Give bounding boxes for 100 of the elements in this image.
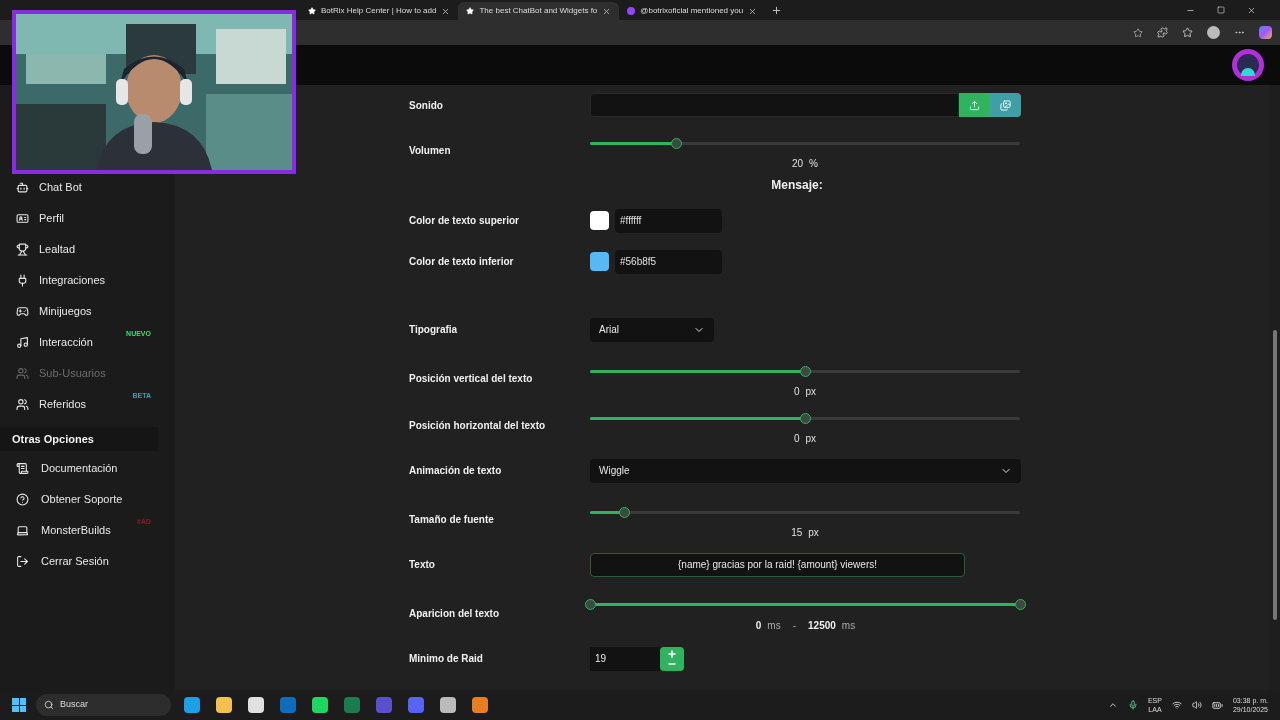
range-end-value: 12500	[808, 619, 836, 633]
field-label: Posición vertical del texto	[409, 372, 534, 386]
app-icon[interactable]	[248, 697, 264, 713]
sidebar-item[interactable]: Documentación	[41, 460, 118, 477]
wifi-icon[interactable]	[1171, 700, 1182, 710]
microphone-icon[interactable]	[1127, 700, 1138, 710]
slider-thumb[interactable]	[800, 366, 811, 377]
browser-tab[interactable]: @botrixoficial mentioned you	[619, 2, 766, 20]
app-icon[interactable]	[280, 697, 296, 713]
file-field[interactable]	[590, 93, 959, 117]
copilot-icon[interactable]	[1259, 26, 1272, 39]
volume-icon[interactable]	[1191, 700, 1202, 710]
slider-value: 0	[793, 432, 800, 446]
slider[interactable]	[590, 138, 1020, 149]
text-input[interactable]: {name} gracias por la raid! {amount} viewers!	[590, 552, 965, 577]
plus-icon	[667, 648, 677, 659]
close-icon[interactable]	[1247, 6, 1256, 15]
favicon-icon	[308, 7, 316, 15]
field-label: Color de texto inferior	[409, 255, 515, 269]
app-icon[interactable]	[344, 697, 360, 713]
range-separator: -	[792, 619, 797, 633]
sidebar-item[interactable]: Perfil	[39, 210, 65, 227]
app-icon[interactable]	[440, 697, 456, 713]
help-icon	[16, 493, 29, 506]
range-end-unit: ms	[841, 619, 856, 633]
slider[interactable]	[590, 507, 1020, 518]
id-card-icon	[16, 212, 29, 225]
slider-thumb[interactable]	[671, 138, 682, 149]
favorite-icon[interactable]	[1133, 27, 1143, 38]
trophy-icon	[16, 243, 29, 256]
dropdown[interactable]: Arial	[590, 317, 714, 342]
gamepad-icon	[16, 305, 29, 318]
color-swatch[interactable]	[590, 252, 609, 271]
upload-icon	[969, 99, 980, 111]
stepper-button[interactable]	[660, 646, 684, 671]
app-icon[interactable]	[312, 697, 328, 713]
logout-icon	[16, 555, 29, 568]
slider-thumb[interactable]	[800, 413, 811, 424]
range-thumb[interactable]	[1015, 599, 1026, 610]
field-label: Volumen	[409, 144, 452, 158]
section-heading: Mensaje:	[771, 177, 823, 194]
field-label: Tamaño de fuente	[409, 513, 495, 527]
robot-icon	[16, 181, 29, 194]
section-title: Otras Opciones	[12, 431, 94, 447]
number-input[interactable]: 19	[590, 646, 660, 671]
color-swatch[interactable]	[590, 211, 609, 230]
range-start-value: 0	[755, 619, 762, 633]
slider-thumb[interactable]	[619, 507, 631, 518]
sidebar-item[interactable]: Chat Bot	[39, 179, 82, 196]
sidebar-item[interactable]: Cerrar Sesión	[41, 553, 109, 570]
sidebar-item[interactable]: MonsterBuilds	[41, 522, 111, 539]
field-label: Aparicion del texto	[409, 607, 500, 621]
slider-unit: px	[808, 526, 819, 540]
favorites-icon[interactable]	[1182, 27, 1193, 38]
sidebar-item[interactable]: Interacción	[39, 334, 93, 351]
color-field[interactable]: #56b8f5	[615, 249, 722, 274]
sidebar-item[interactable]: Lealtad	[39, 241, 76, 258]
field-label: Color de texto superior	[409, 214, 520, 228]
extensions-icon[interactable]	[1157, 27, 1168, 38]
close-tab-icon[interactable]	[748, 6, 758, 16]
battery-icon[interactable]	[1211, 699, 1223, 711]
dropdown[interactable]: Wiggle	[590, 458, 1021, 483]
field-label: Animación de texto	[409, 464, 503, 478]
sidebar-item[interactable]: Referidos	[39, 396, 87, 413]
field-label: Sonido	[409, 98, 444, 113]
color-field[interactable]: #ffffff	[615, 208, 722, 233]
sidebar-item[interactable]: Integraciones	[39, 272, 106, 289]
field-label: Tipografia	[409, 323, 459, 337]
browser-tab[interactable]: The best ChatBot and Widgets fo	[458, 2, 620, 20]
range-slider[interactable]	[585, 599, 1026, 610]
sidebar-item[interactable]: Minijuegos	[39, 303, 92, 320]
favicon-icon	[466, 7, 475, 15]
slider-unit: %	[809, 157, 818, 171]
app-icon[interactable]	[184, 697, 200, 713]
field-label: Minimo de Raid	[409, 652, 484, 666]
user-avatar[interactable]	[1232, 49, 1264, 81]
close-tab-icon[interactable]	[602, 6, 612, 16]
windows-icon[interactable]	[12, 698, 26, 712]
app-icon[interactable]	[408, 697, 424, 713]
profile-icon[interactable]	[1207, 26, 1220, 39]
images-icon	[1000, 99, 1011, 111]
maximize-icon[interactable]	[1217, 6, 1225, 14]
browser-tab[interactable]: BotRix Help Center | How to add	[300, 2, 459, 20]
new-tab-icon[interactable]	[771, 5, 783, 16]
app-icon[interactable]	[216, 697, 232, 713]
twitch-icon	[627, 7, 636, 15]
range-start-unit: ms	[767, 619, 781, 633]
music-note-icon	[16, 336, 29, 349]
field-label: Posición horizontal del texto	[409, 419, 547, 433]
plug-icon	[16, 274, 29, 287]
sidebar-item[interactable]: Obtener Soporte	[41, 491, 123, 508]
slider-value: 15	[791, 526, 803, 540]
close-tab-icon[interactable]	[441, 6, 451, 16]
taskbar-search[interactable]: Buscar	[36, 694, 171, 716]
range-thumb[interactable]	[585, 599, 596, 610]
slider-value: 20	[792, 157, 804, 171]
slider[interactable]	[590, 413, 1020, 424]
slider[interactable]	[590, 366, 1020, 377]
app-icon[interactable]	[472, 697, 488, 713]
chevron-up-icon[interactable]	[1107, 700, 1118, 710]
